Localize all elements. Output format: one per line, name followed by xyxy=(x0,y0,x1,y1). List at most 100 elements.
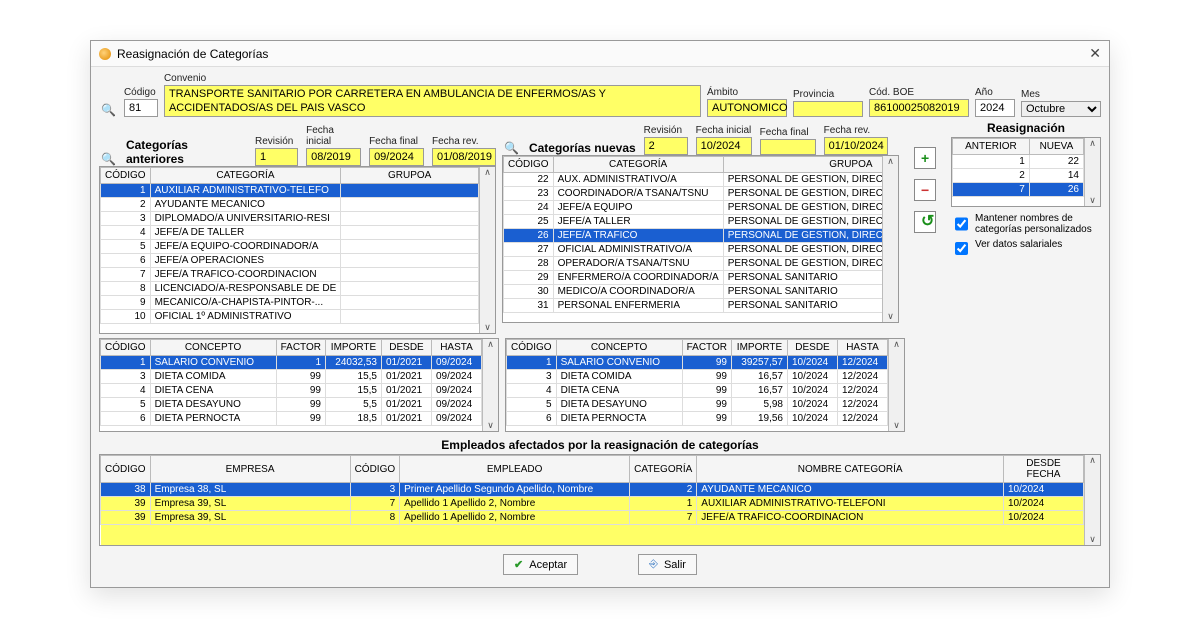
table-row[interactable]: 5DIETA DESAYUNO995,9810/202412/2024 xyxy=(507,398,888,412)
col-nombre-categoria[interactable]: NOMBRE CATEGORÍA xyxy=(697,456,1004,483)
codigo-input[interactable]: 81 xyxy=(124,99,158,117)
codboe-label: Cód. BOE xyxy=(869,87,969,98)
new-scrollbar[interactable]: ∧∨ xyxy=(882,156,898,322)
salary-checkbox[interactable] xyxy=(955,242,968,255)
table-row[interactable]: 9MECANICO/A-CHAPISTA-PINTOR-... xyxy=(101,296,479,310)
undo-button[interactable]: ↺ xyxy=(914,211,936,233)
table-row[interactable]: 6DIETA PERNOCTA9919,5610/202412/2024 xyxy=(507,412,888,426)
table-row[interactable]: 2AYUDANTE MECANICO xyxy=(101,198,479,212)
conc-prev-grid[interactable]: CÓDIGO CONCEPTO FACTOR IMPORTE DESDE HAS… xyxy=(99,338,499,432)
col-importe[interactable]: IMPORTE xyxy=(326,340,382,356)
table-row[interactable]: 25JEFE/A TALLERPERSONAL DE GESTION, DIRE… xyxy=(504,215,883,229)
table-row[interactable]: 6JEFE/A OPERACIONES xyxy=(101,254,479,268)
conc-new-scrollbar[interactable]: ∧∨ xyxy=(888,339,904,431)
emp-scrollbar[interactable]: ∧∨ xyxy=(1084,455,1100,545)
new-fr: 01/10/2024 xyxy=(824,137,888,155)
new-grid[interactable]: CÓDIGO CATEGORÍA GRUPOA 22AUX. ADMINISTR… xyxy=(502,155,899,323)
col-codigo[interactable]: CÓDIGO xyxy=(101,456,151,483)
table-row[interactable]: 31PERSONAL ENFERMERIAPERSONAL SANITARIO xyxy=(504,299,883,313)
col-hasta[interactable]: HASTA xyxy=(838,340,888,356)
remove-button[interactable]: − xyxy=(914,179,936,201)
table-row[interactable]: 30MEDICO/A COORDINADOR/APERSONAL SANITAR… xyxy=(504,285,883,299)
col-desde-fecha[interactable]: DESDE FECHA xyxy=(1004,456,1084,483)
col-concepto[interactable]: CONCEPTO xyxy=(556,340,682,356)
table-row[interactable]: 28OPERADOR/A TSANA/TSNUPERSONAL DE GESTI… xyxy=(504,257,883,271)
table-row[interactable]: 1SALARIO CONVENIO9939257,5710/202412/202… xyxy=(507,356,888,370)
reasig-grid[interactable]: ANTERIOR NUEVA 122214726 ∧∨ xyxy=(951,137,1101,207)
prev-grid[interactable]: CÓDIGO CATEGORÍA GRUPOA 1AUXILIAR ADMINI… xyxy=(99,166,496,334)
col-importe[interactable]: IMPORTE xyxy=(732,340,788,356)
table-row[interactable]: 29ENFERMERO/A COORDINADOR/APERSONAL SANI… xyxy=(504,271,883,285)
ano-input[interactable]: 2024 xyxy=(975,99,1015,117)
accept-button[interactable]: Aceptar xyxy=(503,554,578,575)
table-row[interactable]: 7JEFE/A TRAFICO-COORDINACION xyxy=(101,268,479,282)
table-row[interactable]: 3DIETA COMIDA9916,5710/202412/2024 xyxy=(507,370,888,384)
reasig-title: Reasignación xyxy=(951,121,1101,135)
table-row[interactable]: 8LICENCIADO/A-RESPONSABLE DE DE xyxy=(101,282,479,296)
col-desde[interactable]: DESDE xyxy=(382,340,432,356)
table-row[interactable]: 10OFICIAL 1º ADMINISTRATIVO xyxy=(101,310,479,324)
keep-names-label: Mantener nombres de categorías personali… xyxy=(975,213,1101,235)
prev-ff: 09/2024 xyxy=(369,148,424,166)
exit-label: Salir xyxy=(664,559,686,571)
table-row[interactable]: 4DIETA CENA9916,5710/202412/2024 xyxy=(507,384,888,398)
col-desde[interactable]: DESDE xyxy=(788,340,838,356)
col-empleado[interactable]: EMPLEADO xyxy=(400,456,630,483)
table-row[interactable]: 4DIETA CENA9915,501/202109/2024 xyxy=(101,384,482,398)
prev-fr-label: Fecha rev. xyxy=(432,136,496,147)
keep-names-checkbox[interactable] xyxy=(955,216,968,232)
table-row[interactable]: 6DIETA PERNOCTA9918,501/202109/2024 xyxy=(101,412,482,426)
table-row[interactable]: 4JEFE/A DE TALLER xyxy=(101,226,479,240)
table-row[interactable]: 39Empresa 39, SL7Apellido 1 Apellido 2, … xyxy=(101,497,1084,511)
search-new-icon[interactable]: 🔍 xyxy=(502,141,521,155)
close-icon[interactable]: ✕ xyxy=(1089,45,1101,62)
table-row[interactable]: 24JEFE/A EQUIPOPERSONAL DE GESTION, DIRE… xyxy=(504,201,883,215)
col-categoria[interactable]: CATEGORÍA xyxy=(630,456,697,483)
new-rev: 2 xyxy=(644,137,688,155)
mes-select[interactable]: Octubre xyxy=(1021,101,1101,117)
col-codigo[interactable]: CÓDIGO xyxy=(504,157,554,173)
add-button[interactable]: + xyxy=(914,147,936,169)
table-row[interactable]: 726 xyxy=(953,183,1084,197)
col-codigo2[interactable]: CÓDIGO xyxy=(350,456,400,483)
table-row[interactable]: 3DIETA COMIDA9915,501/202109/2024 xyxy=(101,370,482,384)
table-row[interactable]: 3DIPLOMADO/A UNIVERSITARIO-RESI xyxy=(101,212,479,226)
col-factor[interactable]: FACTOR xyxy=(276,340,325,356)
col-hasta[interactable]: HASTA xyxy=(432,340,482,356)
col-codigo[interactable]: CÓDIGO xyxy=(101,168,151,184)
col-anterior[interactable]: ANTERIOR xyxy=(953,139,1030,155)
table-row[interactable]: 5DIETA DESAYUNO995,501/202109/2024 xyxy=(101,398,482,412)
search-codigo-icon[interactable]: 🔍 xyxy=(99,103,118,117)
table-row[interactable]: 39Empresa 39, SL8Apellido 1 Apellido 2, … xyxy=(101,511,1084,525)
search-prev-icon[interactable]: 🔍 xyxy=(99,152,118,166)
col-grupoa[interactable]: GRUPOA xyxy=(341,168,479,184)
conc-prev-scrollbar[interactable]: ∧∨ xyxy=(482,339,498,431)
prev-scrollbar[interactable]: ∧∨ xyxy=(479,167,495,333)
table-row[interactable]: 5JEFE/A EQUIPO-COORDINADOR/A xyxy=(101,240,479,254)
table-row[interactable]: 1SALARIO CONVENIO124032,5301/202109/2024 xyxy=(101,356,482,370)
table-row[interactable]: 26JEFE/A TRAFICOPERSONAL DE GESTION, DIR… xyxy=(504,229,883,243)
col-categoria[interactable]: CATEGORÍA xyxy=(553,157,723,173)
col-nueva[interactable]: NUEVA xyxy=(1029,139,1083,155)
col-codigo[interactable]: CÓDIGO xyxy=(507,340,557,356)
salary-check[interactable]: Ver datos salariales xyxy=(951,239,1101,258)
reasig-scrollbar[interactable]: ∧∨ xyxy=(1084,138,1100,206)
table-row[interactable]: 22AUX. ADMINISTRATIVO/APERSONAL DE GESTI… xyxy=(504,173,883,187)
table-row[interactable]: 1AUXILIAR ADMINISTRATIVO-TELEFO xyxy=(101,184,479,198)
col-empresa[interactable]: EMPRESA xyxy=(150,456,350,483)
keep-names-check[interactable]: Mantener nombres de categorías personali… xyxy=(951,213,1101,235)
table-row[interactable]: 27OFICIAL ADMINISTRATIVO/APERSONAL DE GE… xyxy=(504,243,883,257)
col-factor[interactable]: FACTOR xyxy=(682,340,731,356)
emp-grid[interactable]: CÓDIGO EMPRESA CÓDIGO EMPLEADO CATEGORÍA… xyxy=(99,454,1101,546)
ambito-value: AUTONOMICO xyxy=(707,99,787,117)
conc-new-grid[interactable]: CÓDIGO CONCEPTO FACTOR IMPORTE DESDE HAS… xyxy=(505,338,905,432)
table-row[interactable]: 23COORDINADOR/A TSANA/TSNUPERSONAL DE GE… xyxy=(504,187,883,201)
table-row[interactable]: 214 xyxy=(953,169,1084,183)
col-categoria[interactable]: CATEGORÍA xyxy=(150,168,341,184)
col-codigo[interactable]: CÓDIGO xyxy=(101,340,151,356)
table-row[interactable]: 38Empresa 38, SL3Primer Apellido Segundo… xyxy=(101,483,1084,497)
col-concepto[interactable]: CONCEPTO xyxy=(150,340,276,356)
exit-button[interactable]: Salir xyxy=(638,554,697,575)
col-grupoa[interactable]: GRUPOA xyxy=(723,157,882,173)
table-row[interactable]: 122 xyxy=(953,155,1084,169)
